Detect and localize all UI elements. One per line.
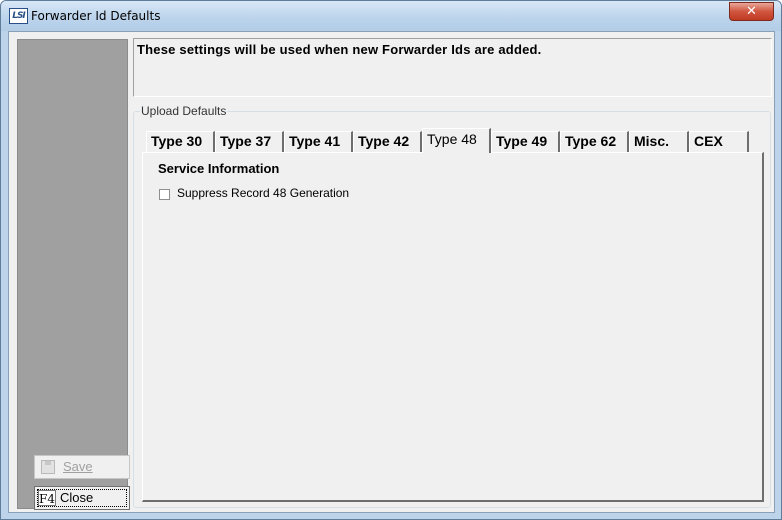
save-button-label: Save [63, 459, 93, 474]
info-message: These settings will be used when new For… [137, 42, 542, 57]
window-close-button[interactable]: ✕ [729, 2, 774, 21]
tab-type-30[interactable]: Type 30 [146, 131, 215, 152]
suppress-record-48-checkbox[interactable] [159, 189, 170, 200]
upload-defaults-label: Upload Defaults [140, 104, 228, 118]
close-button-label: Close [60, 490, 94, 505]
tab-type-42[interactable]: Type 42 [353, 131, 422, 152]
tab-type-37[interactable]: Type 37 [215, 131, 284, 152]
forwarder-id-defaults-window: LSI Forwarder Id Defaults ✕ Save F4 Clos… [0, 0, 782, 520]
action-sidebar: Save F4 Close [17, 39, 130, 510]
tab-type-49[interactable]: Type 49 [491, 131, 560, 152]
tab-type-41[interactable]: Type 41 [284, 131, 353, 152]
window-title: Forwarder Id Defaults [31, 9, 161, 23]
close-button[interactable]: F4 Close [34, 486, 130, 510]
tab-misc[interactable]: Misc. [629, 131, 689, 152]
type-48-tab-panel: Service Information Suppress Record 48 G… [142, 152, 764, 502]
info-message-box: These settings will be used when new For… [133, 38, 772, 97]
tab-type-48[interactable]: Type 48 [422, 128, 491, 153]
tab-type-62[interactable]: Type 62 [560, 131, 629, 152]
save-button[interactable]: Save [34, 455, 130, 479]
dialog-body: Save F4 Close These settings will be use… [8, 31, 775, 513]
tab-cex[interactable]: CEX [689, 131, 749, 152]
suppress-record-48-label[interactable]: Suppress Record 48 Generation [177, 186, 349, 200]
title-bar[interactable]: LSI Forwarder Id Defaults ✕ [1, 1, 781, 31]
save-disk-icon [41, 460, 55, 474]
app-logo-icon: LSI [9, 8, 28, 24]
service-information-heading: Service Information [158, 161, 280, 176]
f4-key-hint: F4 [38, 490, 56, 506]
close-icon: ✕ [746, 4, 757, 19]
